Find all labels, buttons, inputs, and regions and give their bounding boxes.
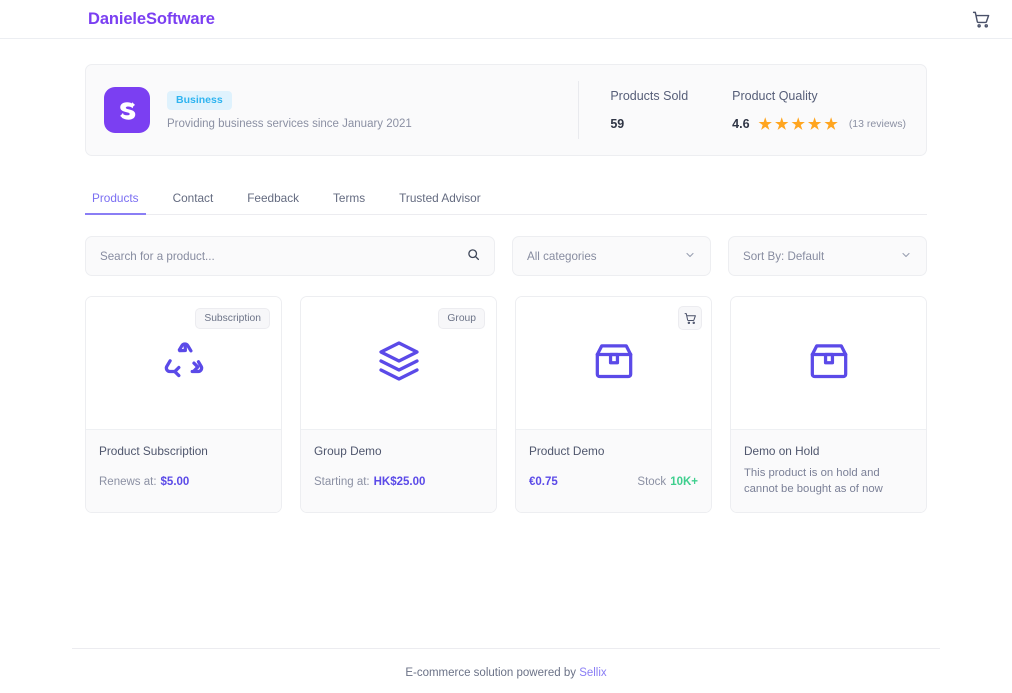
stat-product-quality: Product Quality 4.6 ★★★★★ (13 reviews) (688, 89, 906, 132)
product-quality-label: Product Quality (732, 89, 906, 103)
product-type-tag: Subscription (195, 308, 270, 329)
star-icon: ★ (824, 117, 837, 132)
shop-subtitle: Providing business services since Januar… (167, 118, 412, 130)
sellix-s-logo (104, 87, 150, 133)
product-info: Demo on Hold This product is on hold and … (731, 429, 926, 512)
star-rating: ★★★★★ (759, 117, 838, 132)
tab-trusted-advisor[interactable]: Trusted Advisor (392, 186, 488, 215)
shopping-cart-icon[interactable] (968, 6, 994, 32)
stock-value: 10K+ (670, 476, 698, 488)
star-icon: ★ (759, 117, 772, 132)
product-image-area: Group (301, 297, 496, 429)
tab-products[interactable]: Products (85, 186, 146, 215)
product-info: Product Subscription Renews at: $5.00 (86, 429, 281, 512)
product-card[interactable]: Subscription Product Subscription Renews a… (85, 296, 282, 513)
recycle-icon (161, 338, 207, 389)
search-icon[interactable] (467, 248, 480, 264)
product-image-area: Subscription (86, 297, 281, 429)
product-price-row: €0.75 Stock 10K+ (529, 476, 698, 488)
stat-products-sold: Products Sold 59 (579, 89, 688, 131)
sort-select[interactable]: Sort By: Default (728, 236, 927, 276)
star-icon: ★ (775, 117, 788, 132)
product-image-area (731, 297, 926, 429)
footer-text: E-commerce solution powered by (405, 667, 576, 679)
product-name: Group Demo (314, 444, 483, 458)
search-input-placeholder: Search for a product... (100, 250, 215, 263)
price-prefix-label: Starting at: (314, 476, 370, 488)
stock-label: Stock (637, 476, 666, 488)
product-card[interactable]: Group Group Demo Starting at: HK$25.00 (300, 296, 497, 513)
sort-select-value: Sort By: Default (743, 250, 824, 263)
product-price-row: Renews at: $5.00 (99, 476, 268, 488)
sellix-link[interactable]: Sellix (579, 667, 606, 679)
page-content: Business Providing business services sin… (0, 64, 1012, 513)
products-sold-value: 59 (610, 117, 688, 131)
tab-terms[interactable]: Terms (326, 186, 372, 215)
product-price: HK$25.00 (374, 476, 426, 488)
category-select[interactable]: All categories (512, 236, 711, 276)
business-badge: Business (167, 91, 232, 110)
tab-bar: Products Contact Feedback Terms Trusted Advi… (85, 186, 927, 215)
product-name: Product Demo (529, 444, 698, 458)
products-sold-label: Products Sold (610, 89, 688, 103)
search-input[interactable]: Search for a product... (85, 236, 495, 276)
package-icon (591, 338, 637, 389)
shop-profile-meta: Business Providing business services sin… (167, 90, 412, 130)
shop-profile-card: Business Providing business services sin… (85, 64, 927, 156)
star-icon: ★ (791, 117, 804, 132)
top-navigation-bar: DanieleSoftware (0, 0, 1012, 39)
product-price-row: Starting at: HK$25.00 (314, 476, 483, 488)
filter-row: Search for a product... All categories S… (85, 236, 927, 276)
product-price: $5.00 (161, 476, 190, 488)
product-grid: Subscription Product Subscription Renews a… (85, 296, 927, 513)
product-type-tag: Group (438, 308, 485, 329)
product-info: Group Demo Starting at: HK$25.00 (301, 429, 496, 512)
product-info: Product Demo €0.75 Stock 10K+ (516, 429, 711, 512)
tab-contact[interactable]: Contact (166, 186, 221, 215)
page-footer: E-commerce solution powered by Sellix (72, 648, 940, 679)
chevron-down-icon (900, 249, 912, 264)
product-name: Demo on Hold (744, 444, 913, 458)
product-name: Product Subscription (99, 444, 268, 458)
brand-logo-text[interactable]: DanieleSoftware (88, 10, 215, 29)
reviews-count: (13 reviews) (849, 118, 906, 130)
product-card[interactable]: Demo on Hold This product is on hold and … (730, 296, 927, 513)
tab-feedback[interactable]: Feedback (240, 186, 306, 215)
product-quality-value: 4.6 ★★★★★ (13 reviews) (732, 117, 906, 132)
product-image-area (516, 297, 711, 429)
add-to-cart-icon[interactable] (678, 306, 702, 330)
product-price: €0.75 (529, 476, 558, 488)
layers-icon (376, 338, 422, 389)
star-icon: ★ (808, 117, 821, 132)
product-description: This product is on hold and cannot be bo… (744, 466, 913, 497)
product-card[interactable]: Product Demo €0.75 Stock 10K+ (515, 296, 712, 513)
chevron-down-icon (684, 249, 696, 264)
category-select-value: All categories (527, 250, 597, 263)
rating-number: 4.6 (732, 117, 749, 131)
price-prefix-label: Renews at: (99, 476, 157, 488)
package-icon (806, 338, 852, 389)
